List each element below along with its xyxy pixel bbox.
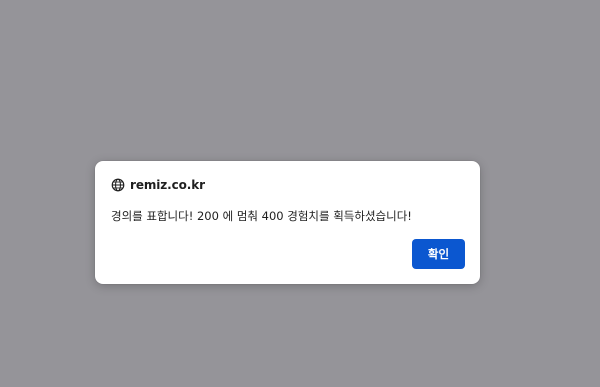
globe-icon	[111, 178, 125, 192]
dialog-origin: remiz.co.kr	[130, 178, 205, 192]
ok-button[interactable]: 확인	[412, 239, 465, 269]
dialog-message: 경의를 표합니다! 200 에 멈춰 400 경험치를 획득하셨습니다!	[111, 209, 412, 223]
dialog-header: remiz.co.kr	[111, 177, 205, 193]
alert-dialog: remiz.co.kr 경의를 표합니다! 200 에 멈춰 400 경험치를 …	[95, 161, 480, 284]
